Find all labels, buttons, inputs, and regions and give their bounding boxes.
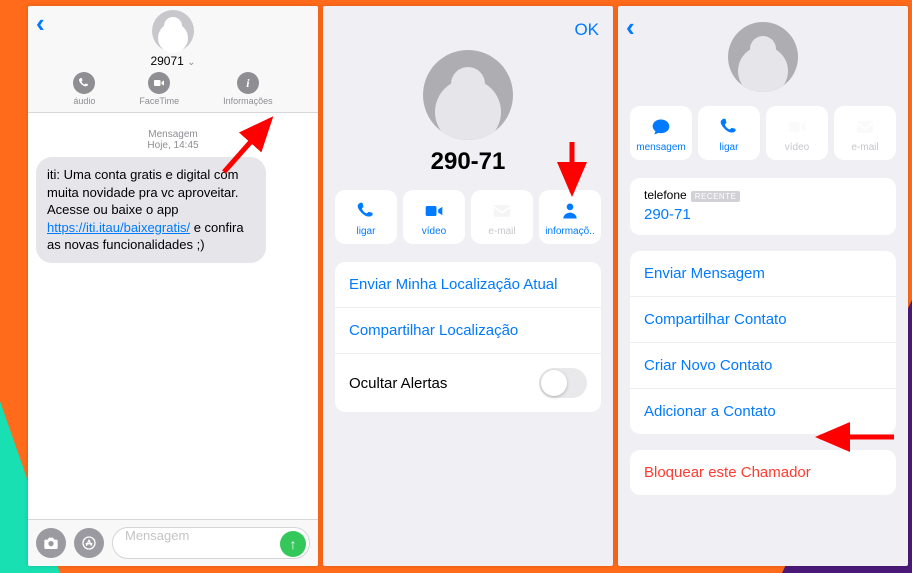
audio-label: áudio [73, 96, 95, 106]
contact-avatar[interactable] [152, 10, 194, 52]
video-icon [768, 116, 826, 138]
share-location-row[interactable]: Compartilhar Localização [335, 308, 601, 354]
sender-name-button[interactable]: 29071 ⌄ [28, 54, 318, 68]
mail-icon [836, 116, 894, 138]
share-contact-row[interactable]: Compartilhar Contato [630, 297, 896, 343]
mail-button: e-mail [471, 190, 533, 244]
msg-link[interactable]: https://iti.itau/baixegratis/ [47, 220, 190, 235]
back-chevron-icon[interactable]: ‹ [626, 12, 635, 43]
camera-icon[interactable] [36, 528, 66, 558]
phone-card[interactable]: telefoneRECENTE 290-71 [630, 178, 896, 235]
contact-quick-info-screen: OK 290-71 ligar vídeo e-mail informaçõ.. [323, 6, 613, 566]
message-input[interactable]: Mensagem ↑ [112, 527, 310, 559]
info-label: Informações [223, 96, 273, 106]
info-label: informaçõ.. [541, 226, 599, 237]
mail-icon [473, 200, 531, 222]
send-button[interactable]: ↑ [280, 531, 306, 557]
block-caller-row[interactable]: Bloquear este Chamador [630, 450, 896, 495]
contact-detail-screen: ‹ mensagem ligar vídeo e-mail [618, 6, 908, 566]
call-button[interactable]: ligar [335, 190, 397, 244]
messages-footer: Mensagem ↑ [28, 519, 318, 566]
info-button[interactable]: i Informações [223, 72, 273, 106]
call-label: ligar [337, 226, 395, 237]
facetime-button[interactable]: FaceTime [139, 72, 179, 106]
phone-icon [73, 72, 95, 94]
contact-name: 290-71 [323, 148, 613, 176]
info-icon: i [237, 72, 259, 94]
messages-body: Mensagem Hoje, 14:45 iti: Uma conta grat… [28, 113, 318, 273]
ok-button[interactable]: OK [574, 20, 599, 39]
message-button[interactable]: mensagem [630, 106, 692, 160]
call-button[interactable]: ligar [698, 106, 760, 160]
msg-text-1: iti: Uma conta gratis e digital com muit… [47, 167, 239, 217]
input-placeholder: Mensagem [125, 528, 189, 543]
video-button: vídeo [766, 106, 828, 160]
hide-alerts-toggle[interactable] [539, 368, 587, 398]
contact-avatar [728, 22, 798, 92]
video-label: vídeo [768, 142, 826, 153]
contact-avatar [423, 50, 513, 140]
video-label: vídeo [405, 226, 463, 237]
video-icon [405, 200, 463, 222]
phone-icon [700, 116, 758, 138]
mail-button: e-mail [834, 106, 896, 160]
message-bubble[interactable]: iti: Uma conta gratis e digital com muit… [36, 157, 266, 263]
info-icon [541, 200, 599, 222]
chevron-down-icon: ⌄ [187, 57, 195, 68]
messages-header: ‹ 29071 ⌄ áudio FaceTime i [28, 6, 318, 113]
mail-label: e-mail [473, 226, 531, 237]
message-label: mensagem [632, 142, 690, 153]
phone-number: 290-71 [644, 206, 882, 223]
back-chevron-icon[interactable]: ‹ [36, 8, 45, 39]
info-button[interactable]: informaçõ.. [539, 190, 601, 244]
appstore-icon[interactable] [74, 528, 104, 558]
sender-name: 29071 [150, 54, 183, 68]
add-to-contact-row[interactable]: Adicionar a Contato [630, 389, 896, 434]
mail-label: e-mail [836, 142, 894, 153]
message-meta: Mensagem Hoje, 14:45 [36, 129, 310, 151]
video-button[interactable]: vídeo [403, 190, 465, 244]
message-icon [632, 116, 690, 138]
phone-icon [337, 200, 395, 222]
facetime-label: FaceTime [139, 96, 179, 106]
hide-alerts-row: Ocultar Alertas [335, 354, 601, 412]
video-icon [148, 72, 170, 94]
phone-label: telefoneRECENTE [644, 188, 882, 202]
call-label: ligar [700, 142, 758, 153]
send-my-location-row[interactable]: Enviar Minha Localização Atual [335, 262, 601, 308]
audio-call-button[interactable]: áudio [73, 72, 95, 106]
recent-badge: RECENTE [691, 191, 741, 202]
create-new-contact-row[interactable]: Criar Novo Contato [630, 343, 896, 389]
contact-header: ‹ [618, 6, 908, 92]
send-message-row[interactable]: Enviar Mensagem [630, 251, 896, 297]
messages-thread-screen: ‹ 29071 ⌄ áudio FaceTime i [28, 6, 318, 566]
